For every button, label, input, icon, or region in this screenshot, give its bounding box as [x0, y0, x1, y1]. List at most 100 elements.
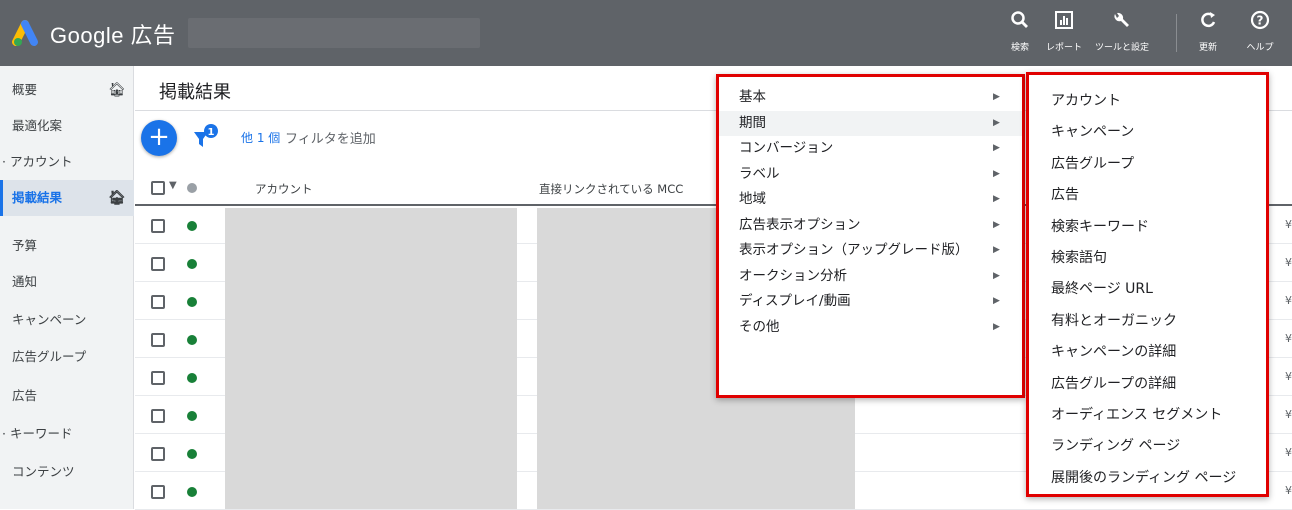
menu-item-category[interactable]: その他 ▶ — [719, 315, 1022, 340]
tools-label: ツールと設定 — [1094, 43, 1149, 53]
sidebar-item-label: 掲載結果 — [12, 190, 63, 205]
sidebar-item-label: 最適化案 — [12, 118, 63, 133]
svg-text:?: ? — [1257, 14, 1264, 28]
account-selector[interactable] — [188, 18, 480, 48]
status-enabled-icon — [187, 449, 197, 459]
refresh-icon — [1180, 10, 1236, 34]
menu-item-level[interactable]: ランディング ページ — [1029, 431, 1266, 462]
menu-item-category[interactable]: ディスプレイ/動画 ▶ — [719, 289, 1022, 314]
filter-icon[interactable]: 1 — [191, 122, 221, 152]
filter-count-badge: 1 — [208, 127, 215, 138]
row-checkbox[interactable] — [151, 295, 165, 309]
refresh-button[interactable]: 更新 — [1180, 10, 1236, 60]
chevron-right-icon: ▶ — [993, 117, 1000, 128]
menu-item-category[interactable]: 基本 ▶ — [719, 85, 1022, 110]
chevron-right-icon: ▶ — [993, 245, 1000, 255]
select-all-checkbox[interactable] — [151, 181, 165, 195]
chevron-right-icon: ▶ — [993, 321, 1000, 332]
sidebar-item-notifications[interactable]: 通知 — [0, 264, 134, 300]
menu-item-category[interactable]: 期間 ▶ — [719, 110, 1022, 136]
menu-item-level[interactable]: 有料とオーガニック — [1029, 306, 1266, 337]
report-label: レポート — [1045, 43, 1082, 53]
google-ads-logo-icon[interactable] — [12, 18, 44, 48]
status-enabled-icon — [187, 487, 197, 497]
sidebar-item-content[interactable]: コンテンツ — [0, 454, 134, 490]
home-icon: 🏠︎ — [108, 190, 126, 206]
add-filter-button[interactable]: フィルタを追加 — [285, 128, 376, 147]
menu-item-level[interactable]: 検索キーワード — [1029, 212, 1266, 243]
report-button[interactable]: レポート — [1036, 10, 1092, 60]
sidebar-item-ad-groups[interactable]: 広告グループ — [0, 339, 134, 375]
sidebar-item-keywords[interactable]: · キーワード — [0, 416, 134, 452]
row-checkbox[interactable] — [151, 409, 165, 423]
currency-cell: ¥ — [1285, 408, 1292, 421]
chevron-right-icon: ▶ — [993, 296, 1000, 306]
sidebar: 概要 🏠︎ 最適化案 · アカウント 掲載結果 🏠︎ 予算 通知 キャンペーン 広告… — [0, 66, 134, 509]
chevron-right-icon: ▶ — [993, 92, 1000, 102]
menu-item-category[interactable]: オークション分析 ▶ — [719, 264, 1022, 289]
topbar-divider — [1176, 14, 1177, 52]
menu-item-level[interactable]: 広告グループ — [1029, 149, 1266, 180]
help-icon: ? — [1232, 10, 1288, 34]
column-header-mcc[interactable]: 直接リンクされている MCC — [539, 181, 683, 197]
sidebar-item-overview[interactable]: 概要 🏠︎ — [0, 72, 134, 108]
menu-item-category[interactable]: 地域 ▶ — [719, 187, 1022, 212]
menu-item-category[interactable]: ラベル ▶ — [719, 162, 1022, 187]
home-icon: 🏠︎ — [108, 82, 126, 98]
menu-item-label: コンバージョン — [739, 140, 834, 156]
report-icon — [1036, 10, 1092, 34]
sidebar-item-ads[interactable]: 広告 — [0, 378, 134, 414]
sidebar-item-label: · アカウント — [2, 154, 73, 169]
row-checkbox[interactable] — [151, 219, 165, 233]
row-checkbox[interactable] — [151, 485, 165, 499]
add-button[interactable]: + — [141, 120, 177, 156]
caret-down-icon[interactable]: ▼ — [169, 180, 177, 191]
page-title: 掲載結果 — [159, 82, 231, 103]
currency-cell: ¥ — [1285, 484, 1292, 497]
sidebar-item-label: キャンペーン — [12, 312, 87, 327]
currency-cell: ¥ — [1285, 294, 1292, 307]
menu-item-label: ディスプレイ/動画 — [739, 293, 851, 309]
menu-item-level[interactable]: 広告 — [1029, 180, 1266, 211]
sidebar-item-label: 概要 — [12, 82, 38, 97]
menu-item-level[interactable]: オーディエンス セグメント — [1029, 400, 1266, 431]
menu-item-level[interactable]: キャンペーン — [1029, 117, 1266, 148]
sidebar-item-label: · キーワード — [2, 426, 73, 441]
row-checkbox[interactable] — [151, 447, 165, 461]
menu-item-category[interactable]: 表示オプション（アップグレード版） ▶ — [719, 238, 1022, 263]
currency-cell: ¥ — [1285, 446, 1292, 459]
column-header-account[interactable]: アカウント — [255, 181, 313, 197]
menu-item-level[interactable]: アカウント — [1029, 86, 1266, 117]
menu-item-level[interactable]: 広告グループの詳細 — [1029, 369, 1266, 400]
menu-item-label: 広告表示オプション — [739, 216, 861, 233]
menu-item-level[interactable]: 展開後のランディング ページ — [1029, 463, 1266, 494]
sidebar-item-label: コンテンツ — [12, 464, 75, 479]
row-checkbox[interactable] — [151, 371, 165, 385]
sidebar-item-label: 通知 — [12, 274, 38, 289]
sidebar-item-recommendations[interactable]: 最適化案 — [0, 108, 134, 144]
sidebar-item-budget[interactable]: 予算 — [0, 228, 134, 264]
currency-cell: ¥ — [1285, 256, 1292, 269]
sidebar-item-performance[interactable]: 掲載結果 🏠︎ — [0, 180, 134, 216]
sidebar-item-label: 広告 — [12, 388, 38, 403]
status-enabled-icon — [187, 335, 197, 345]
chevron-right-icon: ▶ — [993, 194, 1000, 204]
more-filters-link[interactable]: 他 1 個 — [241, 129, 280, 146]
help-label: ヘルプ — [1246, 43, 1274, 53]
status-filter-icon[interactable] — [187, 183, 197, 193]
sidebar-item-account[interactable]: · アカウント — [0, 144, 134, 180]
sidebar-item-campaigns[interactable]: キャンペーン — [0, 302, 134, 338]
row-checkbox[interactable] — [151, 257, 165, 271]
menu-item-level[interactable]: 最終ページ URL — [1029, 274, 1266, 305]
menu-item-level[interactable]: キャンペーンの詳細 — [1029, 337, 1266, 368]
chevron-right-icon: ▶ — [993, 219, 1000, 230]
status-enabled-icon — [187, 221, 197, 231]
tools-button[interactable]: ツールと設定 — [1092, 10, 1152, 60]
row-checkbox[interactable] — [151, 333, 165, 347]
menu-item-level[interactable]: 検索語句 — [1029, 243, 1266, 274]
menu-item-category[interactable]: 広告表示オプション ▶ — [719, 213, 1022, 238]
refresh-label: 更新 — [1198, 43, 1217, 53]
help-button[interactable]: ? ヘルプ — [1232, 10, 1288, 60]
menu-item-label: 基本 — [739, 89, 766, 105]
menu-item-category[interactable]: コンバージョン ▶ — [719, 136, 1022, 161]
